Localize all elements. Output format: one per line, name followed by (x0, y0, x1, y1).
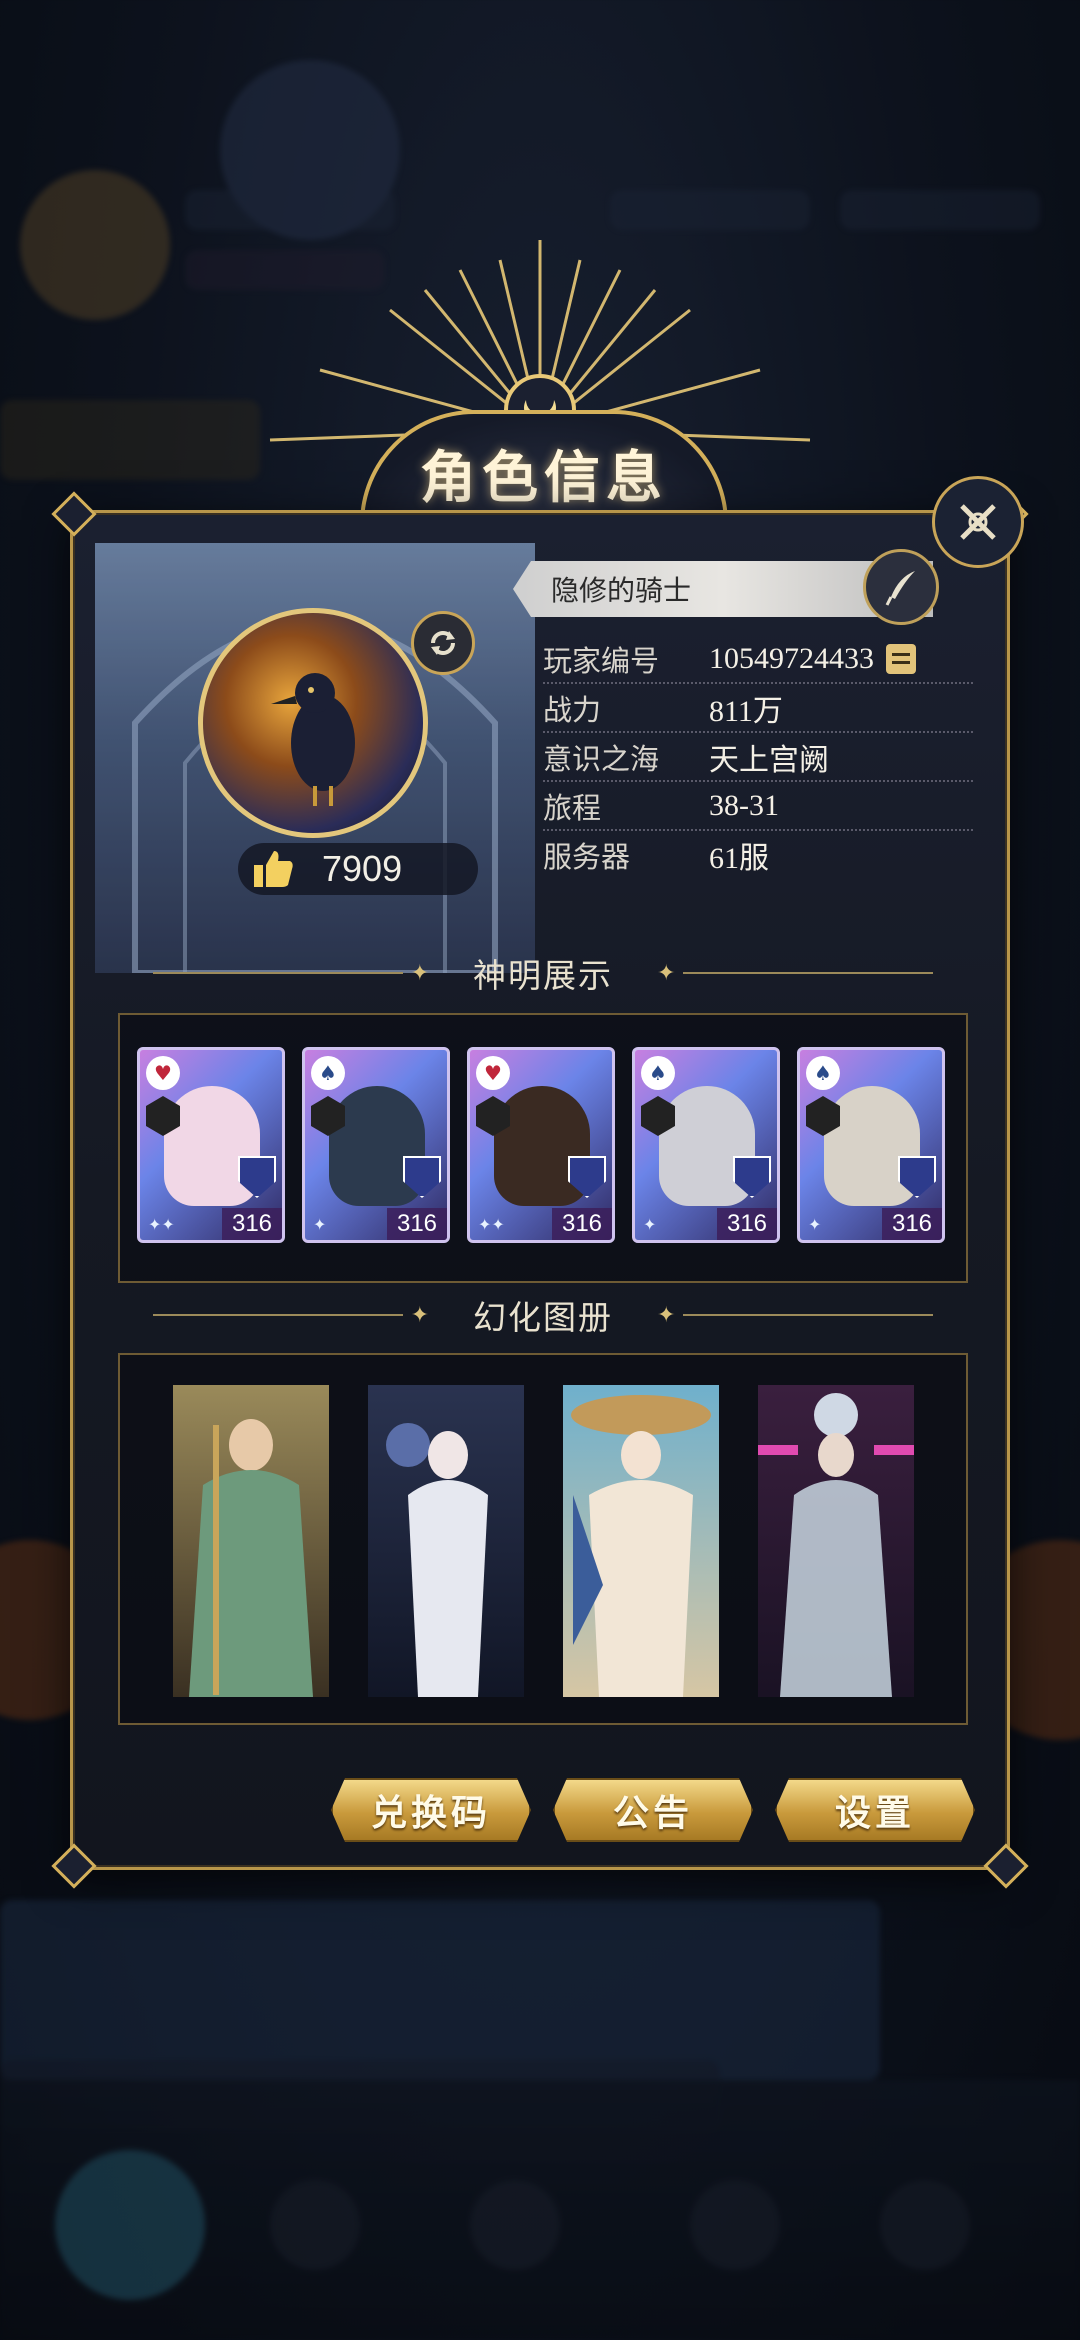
god-card[interactable]: ♠ ✦ 316 (632, 1047, 780, 1243)
gods-section-heading: ✦ 神明展示 ✦ (153, 953, 933, 995)
copy-id-icon[interactable] (886, 643, 916, 674)
close-button[interactable] (932, 476, 1024, 568)
skin-card[interactable] (368, 1385, 524, 1697)
thumbs-up-icon (254, 851, 293, 887)
edit-name-button[interactable] (863, 549, 939, 625)
player-name: 隐修的骑士 (551, 574, 692, 607)
god-card[interactable]: ♥ ✦✦ 316 (137, 1047, 285, 1243)
god-level: 316 (882, 1208, 942, 1240)
avatar[interactable] (198, 608, 428, 838)
info-row-journey: 旅程 38-31 (543, 782, 973, 831)
like-counter[interactable]: 7909 (238, 843, 478, 895)
god-card[interactable]: ♥ ✦✦ 316 (467, 1047, 615, 1243)
settings-button[interactable]: 设置 (775, 1778, 975, 1842)
skin-card[interactable] (563, 1385, 719, 1697)
page-title: 角色信息 (420, 445, 668, 511)
notice-button[interactable]: 公告 (553, 1778, 753, 1842)
character-info-panel: 7909 隐修的骑士 玩家编号 10549724433 战力 811万 意识之海… (51, 491, 1029, 1889)
heart-icon: ♥ (476, 1056, 510, 1090)
god-level: 316 (552, 1208, 612, 1240)
god-card[interactable]: ♠ ✦ 316 (302, 1047, 450, 1243)
skins-gallery (118, 1353, 968, 1725)
spade-icon: ♠ (641, 1056, 675, 1090)
god-level: 316 (222, 1208, 282, 1240)
change-avatar-button[interactable] (411, 611, 475, 675)
refresh-icon (431, 631, 455, 655)
heart-icon: ♥ (146, 1056, 180, 1090)
info-row-sea: 意识之海 天上宫阙 (543, 733, 973, 782)
skin-card[interactable] (173, 1385, 329, 1697)
spade-icon: ♠ (311, 1056, 345, 1090)
redeem-code-button[interactable]: 兑换码 (331, 1778, 531, 1842)
title-plate: 角色信息 (360, 410, 728, 524)
quill-icon (885, 571, 915, 606)
like-count: 7909 (322, 848, 403, 889)
skin-card[interactable] (758, 1385, 914, 1697)
close-icon (960, 504, 996, 540)
info-row-player-id: 玩家编号 10549724433 (543, 635, 973, 684)
player-info-table: 玩家编号 10549724433 战力 811万 意识之海 天上宫阙 旅程 38… (543, 635, 973, 878)
god-level: 316 (387, 1208, 447, 1240)
spade-icon: ♠ (806, 1056, 840, 1090)
info-row-power: 战力 811万 (543, 684, 973, 733)
gods-showcase: ♥ ✦✦ 316 ♠ ✦ 316 ♥ ✦✦ 316 ♠ ✦ 316 ♠ ✦ 31… (118, 1013, 968, 1283)
info-row-server: 服务器 61服 (543, 839, 769, 875)
god-level: 316 (717, 1208, 777, 1240)
god-card[interactable]: ♠ ✦ 316 (797, 1047, 945, 1243)
skins-section-heading: ✦ 幻化图册 ✦ (153, 1295, 933, 1337)
